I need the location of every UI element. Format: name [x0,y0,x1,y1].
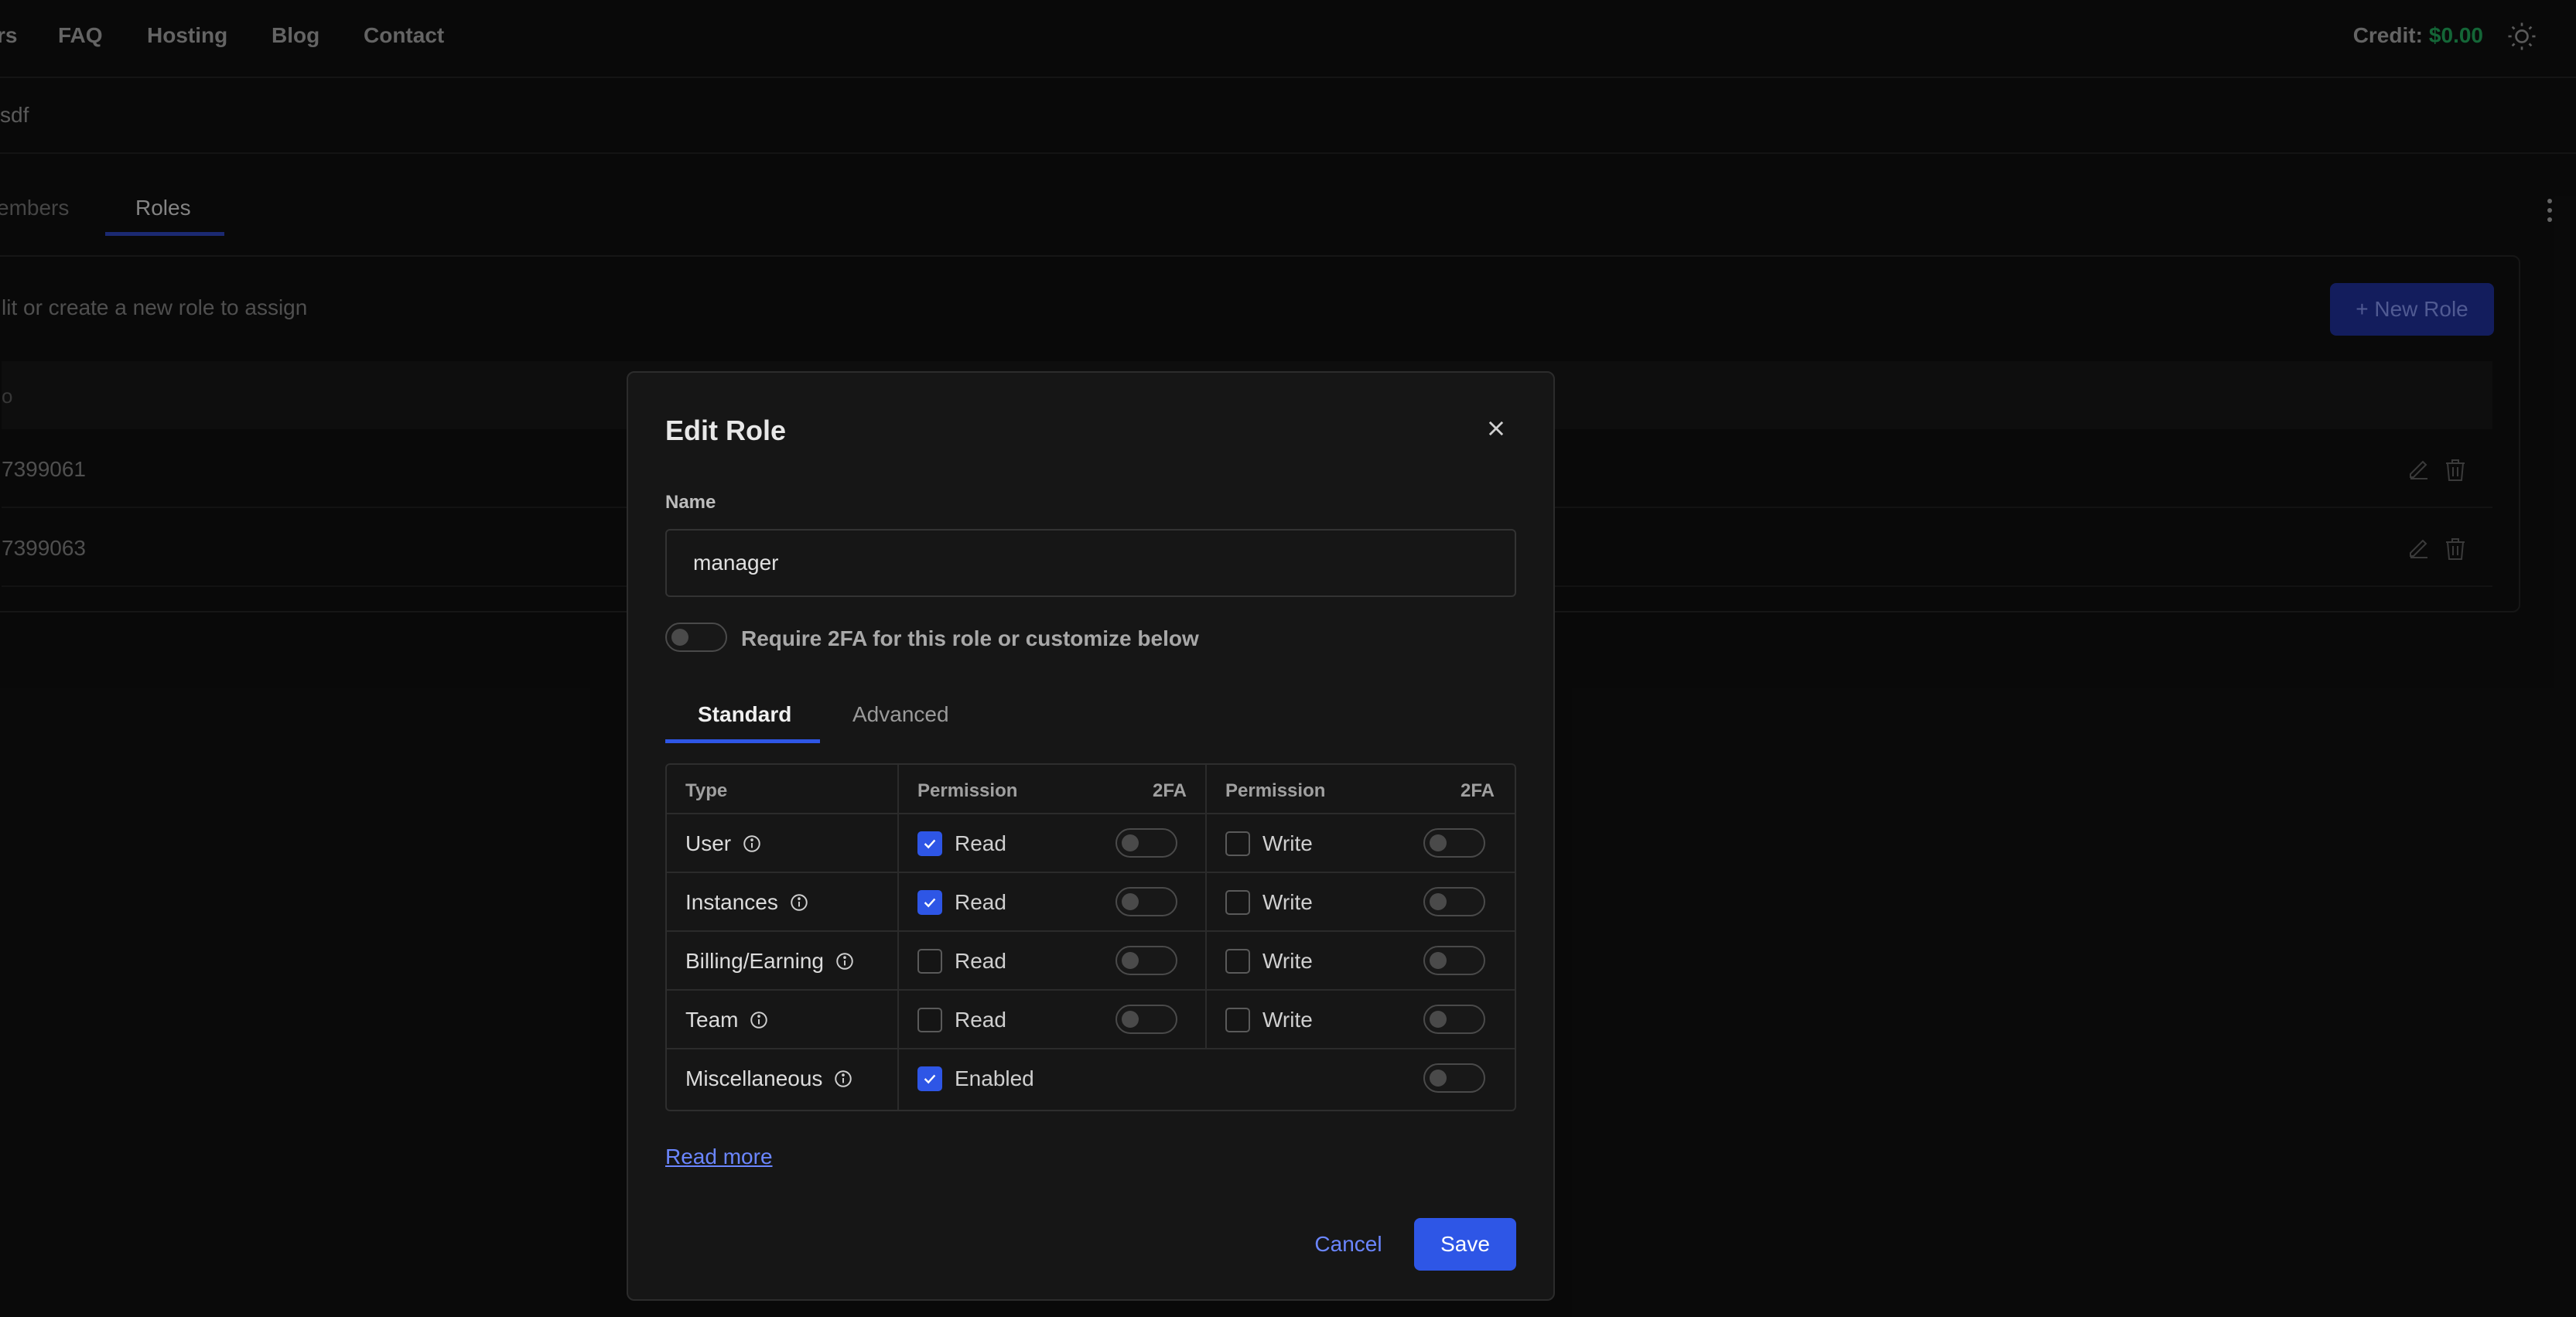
info-icon[interactable] [835,951,855,971]
permission-row-user: User Read Write [667,814,1515,873]
close-icon[interactable] [1485,418,1507,439]
info-icon[interactable] [789,892,809,913]
read-label: Read [955,949,1006,973]
read-2fa-toggle[interactable] [1115,828,1177,858]
column-divider [897,765,899,1110]
read-label: Read [955,831,1006,855]
write-2fa-toggle[interactable] [1423,828,1485,858]
read-2fa-toggle[interactable] [1115,1005,1177,1034]
misc-2fa-toggle[interactable] [1423,1063,1485,1093]
read-2fa-toggle[interactable] [1115,887,1177,916]
column-type: Type [685,780,728,801]
write-checkbox[interactable] [1225,1008,1250,1032]
type-cell: Instances [685,890,809,915]
read-checkbox[interactable] [917,890,942,915]
column-2fa: 2FA [1153,780,1187,801]
permission-row-misc: Miscellaneous Enabled [667,1049,1515,1108]
write-2fa-toggle[interactable] [1423,1005,1485,1034]
column-permission: Permission [1225,780,1326,801]
type-label: Billing/Earning [685,949,824,973]
info-icon[interactable] [749,1010,769,1030]
write-label: Write [1262,949,1313,973]
enabled-label: Enabled [955,1066,1034,1090]
enabled-checkbox[interactable] [917,1066,942,1091]
read-2fa-toggle[interactable] [1115,946,1177,975]
permissions-header-row: Type Permission 2FA Permission 2FA [667,765,1515,814]
permission-row-billing: Billing/Earning Read Write [667,932,1515,991]
permissions-table: Type Permission 2FA Permission 2FA User … [665,763,1516,1111]
write-label: Write [1262,890,1313,914]
read-label: Read [955,1008,1006,1032]
write-2fa-toggle[interactable] [1423,946,1485,975]
write-checkbox[interactable] [1225,890,1250,915]
write-2fa-toggle[interactable] [1423,887,1485,916]
save-button[interactable]: Save [1414,1218,1516,1271]
type-label: Instances [685,890,778,914]
type-label: User [685,831,732,855]
type-label: Team [685,1008,739,1032]
cancel-button[interactable]: Cancel [1290,1218,1406,1271]
read-checkbox[interactable] [917,949,942,974]
require-2fa-toggle[interactable] [665,623,727,652]
name-label: Name [665,492,716,513]
edit-role-dialog: Edit Role Name Require 2FA for this role… [627,371,1555,1301]
permission-row-instances: Instances Read Write [667,873,1515,932]
dialog-title: Edit Role [665,415,787,446]
tab-advanced[interactable]: Advanced [852,702,949,727]
type-cell: User [685,831,762,856]
info-icon[interactable] [833,1069,853,1089]
read-more-link[interactable]: Read more [665,1145,773,1169]
read-checkbox[interactable] [917,831,942,856]
column-permission: Permission [917,780,1018,801]
write-checkbox[interactable] [1225,831,1250,856]
tab-standard[interactable]: Standard [698,702,791,727]
info-icon[interactable] [742,834,762,854]
type-label: Miscellaneous [685,1066,823,1090]
column-divider [1205,765,1207,1048]
type-cell: Team [685,1008,769,1032]
write-checkbox[interactable] [1225,949,1250,974]
permission-row-team: Team Read Write [667,991,1515,1049]
tab-underline [665,739,820,743]
type-cell: Miscellaneous [685,1066,853,1091]
require-2fa-label: Require 2FA for this role or customize b… [741,626,1199,650]
write-label: Write [1262,1008,1313,1032]
read-checkbox[interactable] [917,1008,942,1032]
type-cell: Billing/Earning [685,949,855,974]
read-label: Read [955,890,1006,914]
role-name-input[interactable] [665,529,1516,597]
write-label: Write [1262,831,1313,855]
column-2fa: 2FA [1461,780,1495,801]
